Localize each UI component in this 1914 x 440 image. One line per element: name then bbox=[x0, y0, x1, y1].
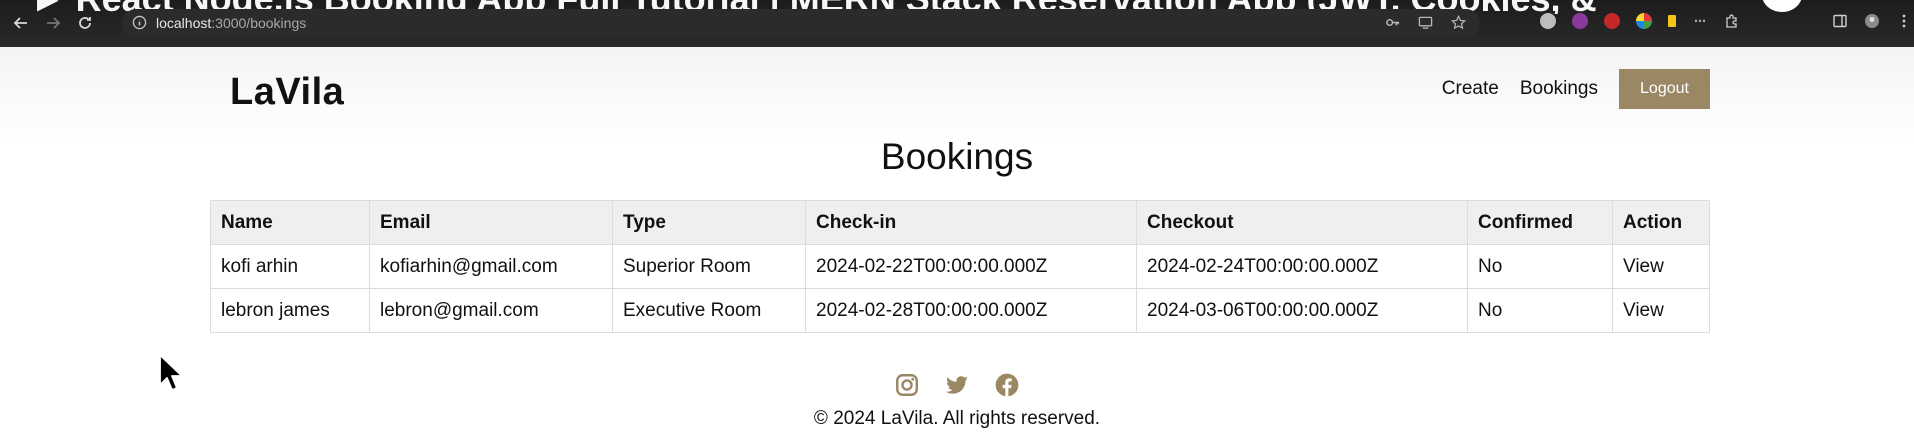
logout-button[interactable]: Logout bbox=[1619, 69, 1710, 109]
view-link[interactable]: View bbox=[1612, 288, 1710, 333]
column-header-action: Action bbox=[1612, 200, 1710, 245]
browser-chrome: ► React Node.js Booking App Full Tutoria… bbox=[0, 0, 1914, 47]
url-path: :3000/bookings bbox=[211, 15, 307, 31]
more-menu-icon[interactable] bbox=[1896, 13, 1912, 29]
view-link[interactable]: View bbox=[1612, 244, 1710, 289]
url-host: localhost bbox=[156, 15, 212, 31]
adblock-extension-icon[interactable] bbox=[1604, 13, 1620, 29]
extension-icon[interactable] bbox=[1572, 13, 1588, 29]
bookmark-star-icon[interactable] bbox=[1450, 14, 1467, 30]
reload-icon[interactable] bbox=[76, 14, 94, 32]
cell-checkin: 2024-02-22T00:00:00.000Z bbox=[805, 244, 1137, 289]
omnibox-actions bbox=[1385, 14, 1467, 30]
profile-avatar-icon[interactable] bbox=[1864, 13, 1880, 29]
instagram-icon[interactable] bbox=[894, 371, 920, 399]
column-header-checkout: Checkout bbox=[1136, 200, 1468, 245]
site-logo[interactable]: LaVila bbox=[230, 71, 344, 114]
extensions-bar: ⋯ bbox=[1540, 13, 1740, 29]
column-header-name: Name bbox=[210, 200, 370, 245]
window-actions bbox=[1832, 13, 1912, 29]
facebook-icon[interactable] bbox=[994, 371, 1020, 399]
video-control-button[interactable] bbox=[1762, 0, 1802, 12]
site-info-icon[interactable] bbox=[132, 15, 147, 30]
cell-name: lebron james bbox=[210, 288, 370, 333]
table-row: lebron james lebron@gmail.com Executive … bbox=[210, 288, 1710, 333]
back-arrow-icon[interactable] bbox=[12, 14, 30, 32]
bookings-table: Name Email Type Check-in Checkout Confir… bbox=[210, 200, 1710, 333]
table-header-row: Name Email Type Check-in Checkout Confir… bbox=[210, 200, 1710, 245]
cell-confirmed: No bbox=[1467, 288, 1613, 333]
forward-arrow-icon[interactable] bbox=[44, 14, 62, 32]
cell-email: lebron@gmail.com bbox=[369, 288, 613, 333]
cell-checkout: 2024-02-24T00:00:00.000Z bbox=[1136, 244, 1468, 289]
extension-icon[interactable] bbox=[1636, 13, 1652, 29]
app-header: LaVila Create Bookings Logout bbox=[0, 47, 1914, 142]
copyright-text: © 2024 LaVila. All rights reserved. bbox=[813, 408, 1101, 429]
nav-create-link[interactable]: Create bbox=[1442, 78, 1499, 100]
column-header-confirmed: Confirmed bbox=[1467, 200, 1613, 245]
browser-nav-buttons bbox=[12, 14, 94, 32]
cell-type: Superior Room bbox=[612, 244, 806, 289]
address-bar[interactable]: localhost:3000/bookings bbox=[122, 9, 1480, 37]
cell-name: kofi arhin bbox=[210, 244, 370, 289]
twitter-icon[interactable] bbox=[944, 371, 970, 399]
url-text: localhost:3000/bookings bbox=[156, 15, 306, 31]
cell-checkin: 2024-02-28T00:00:00.000Z bbox=[805, 288, 1137, 333]
table-row: kofi arhin kofiarhin@gmail.com Superior … bbox=[210, 244, 1710, 289]
extension-icon[interactable]: ⋯ bbox=[1692, 13, 1708, 29]
extensions-puzzle-icon[interactable] bbox=[1724, 13, 1740, 29]
column-header-email: Email bbox=[369, 200, 613, 245]
extension-icon[interactable] bbox=[1540, 13, 1556, 29]
cell-checkout: 2024-03-06T00:00:00.000Z bbox=[1136, 288, 1468, 333]
page-title: Bookings bbox=[880, 136, 1034, 177]
mouse-cursor-icon bbox=[159, 354, 183, 391]
extension-icon[interactable] bbox=[1668, 15, 1676, 27]
cell-confirmed: No bbox=[1467, 244, 1613, 289]
password-key-icon[interactable] bbox=[1385, 15, 1400, 30]
nav-bookings-link[interactable]: Bookings bbox=[1520, 78, 1598, 100]
cell-email: kofiarhin@gmail.com bbox=[369, 244, 613, 289]
footer-social-links bbox=[0, 371, 1914, 399]
column-header-type: Type bbox=[612, 200, 806, 245]
top-nav: Create Bookings Logout bbox=[1442, 69, 1710, 109]
side-panel-icon[interactable] bbox=[1832, 13, 1848, 29]
column-header-checkin: Check-in bbox=[805, 200, 1137, 245]
cell-type: Executive Room bbox=[612, 288, 806, 333]
install-app-icon[interactable] bbox=[1418, 15, 1433, 30]
